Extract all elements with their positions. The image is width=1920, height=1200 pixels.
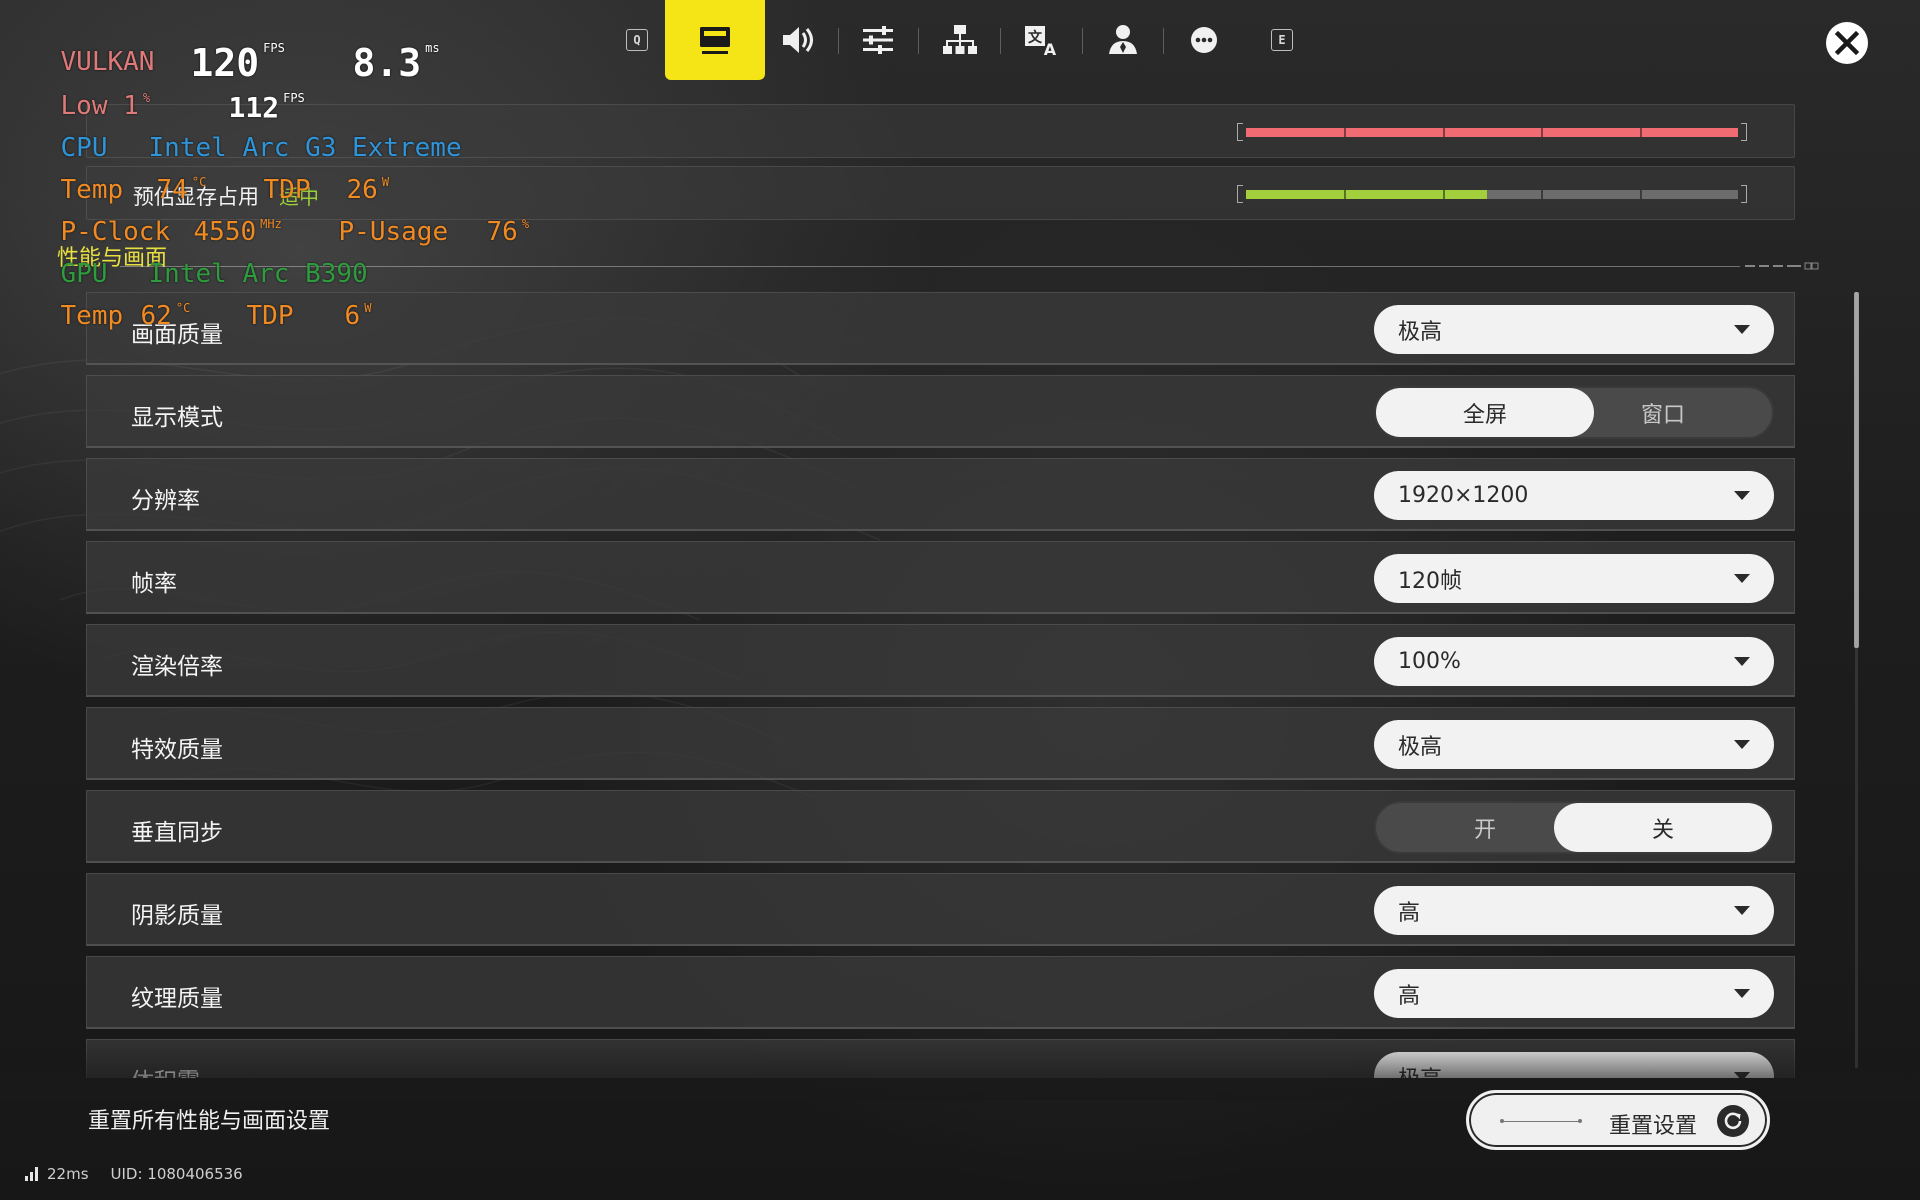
tab-account[interactable] [1081,0,1165,80]
vsync-off-option[interactable]: 关 [1554,803,1772,852]
display-mode-toggle: 全屏 窗口 [1374,386,1774,439]
setting-label: 垂直同步 [131,820,223,846]
setting-label: 分辨率 [131,488,200,514]
setting-row-resolution: 分辨率 1920×1200 [86,458,1795,531]
reset-settings-button[interactable]: 重置设置 [1466,1090,1770,1150]
setting-row-frame-rate: 帧率 120帧 [86,541,1795,614]
setting-label: 画面质量 [131,322,223,348]
chevron-down-icon [1734,740,1750,749]
setting-label: 渲染倍率 [131,654,223,680]
tab-controls[interactable] [836,0,920,80]
setting-row-shadow-quality: 阴影质量 高 [86,873,1795,946]
info-bar-vram: 预估显存占用 适中 [86,166,1795,220]
effects-quality-dropdown[interactable]: 极高 [1374,720,1774,769]
more-icon [1191,27,1217,53]
tab-display[interactable] [665,0,765,80]
info-bar-label [133,119,153,143]
speaker-icon [783,27,813,53]
network-icon [943,25,977,54]
setting-row-volumetric-fog: 体积雾 极高 [86,1039,1795,1078]
status-bar: 22ms UID: 1080406536 [25,1165,243,1183]
setting-row-display-mode: 显示模式 全屏 窗口 [86,375,1795,448]
svg-text:A: A [1044,40,1057,59]
windowed-option[interactable]: 窗口 [1554,388,1772,437]
prev-tab-key-hint[interactable]: Q [626,29,648,51]
shadow-quality-dropdown[interactable]: 高 [1374,886,1774,935]
tab-more[interactable] [1162,0,1246,80]
setting-row-vsync: 垂直同步 开 关 [86,790,1795,863]
section-title: 性能与画面 [57,246,168,271]
divider-ornament [1745,262,1819,270]
texture-quality-dropdown[interactable]: 高 [1374,969,1774,1018]
next-tab-key-hint[interactable]: E [1271,29,1293,51]
setting-label: 阴影质量 [131,903,223,929]
volumetric-fog-dropdown[interactable]: 极高 [1374,1052,1774,1078]
svg-text:文: 文 [1028,29,1043,46]
vram-meter [1237,185,1747,203]
scrollbar-thumb[interactable] [1854,292,1859,648]
tab-language[interactable]: 文 A [999,0,1083,80]
vsync-toggle: 开 关 [1374,801,1774,854]
vram-status: 适中 [279,185,319,209]
setting-label: 特效质量 [131,737,223,763]
button-ornament [1500,1119,1582,1123]
tab-network[interactable] [918,0,1002,80]
setting-row-texture-quality: 纹理质量 高 [86,956,1795,1029]
setting-label: 纹理质量 [131,986,223,1012]
setting-label: 体积雾 [131,1062,200,1078]
picture-quality-dropdown[interactable]: 极高 [1374,305,1774,354]
osd-pclock: 4550 [193,217,257,247]
setting-label: 显示模式 [131,405,223,431]
osd-gpu-name: Intel Arc B390 [148,259,368,289]
info-bar-load [86,104,1795,158]
setting-row-effects-quality: 特效质量 极高 [86,707,1795,780]
resolution-dropdown[interactable]: 1920×1200 [1374,471,1774,520]
account-icon [1109,25,1137,54]
reset-icon [1717,1105,1749,1137]
chevron-down-icon [1734,574,1750,583]
vram-label: 预估显存占用 适中 [133,185,319,209]
ping-value: 22ms [47,1165,89,1183]
tab-audio[interactable] [755,0,839,80]
osd-pusage: 76 [486,217,518,247]
section-divider [120,266,1740,267]
setting-label: 帧率 [131,571,177,597]
reset-hint-text: 重置所有性能与画面设置 [88,1109,331,1134]
frame-rate-dropdown[interactable]: 120帧 [1374,554,1774,603]
chevron-down-icon [1734,1072,1750,1078]
render-scale-dropdown[interactable]: 100% [1374,637,1774,686]
chevron-down-icon [1734,906,1750,915]
chevron-down-icon [1734,325,1750,334]
close-button[interactable] [1826,22,1868,64]
reset-button-label: 重置设置 [1609,1114,1698,1139]
language-icon: 文 A [1025,26,1057,59]
chevron-down-icon [1734,989,1750,998]
chevron-down-icon [1734,491,1750,500]
uid-text: UID: 1080406536 [110,1165,243,1183]
close-icon [1834,30,1860,56]
setting-row-picture-quality: 画面质量 极高 [86,292,1795,365]
monitor-icon [700,27,730,54]
sliders-icon [863,26,893,54]
load-meter [1237,123,1747,141]
signal-icon [25,1167,41,1181]
setting-row-render-scale: 渲染倍率 100% [86,624,1795,697]
settings-list[interactable]: 画面质量 极高 显示模式 全屏 窗口 分辨率 1920×1200 帧率 120帧… [86,292,1795,1078]
chevron-down-icon [1734,657,1750,666]
settings-tab-bar: Q 文 A E [0,0,1920,80]
